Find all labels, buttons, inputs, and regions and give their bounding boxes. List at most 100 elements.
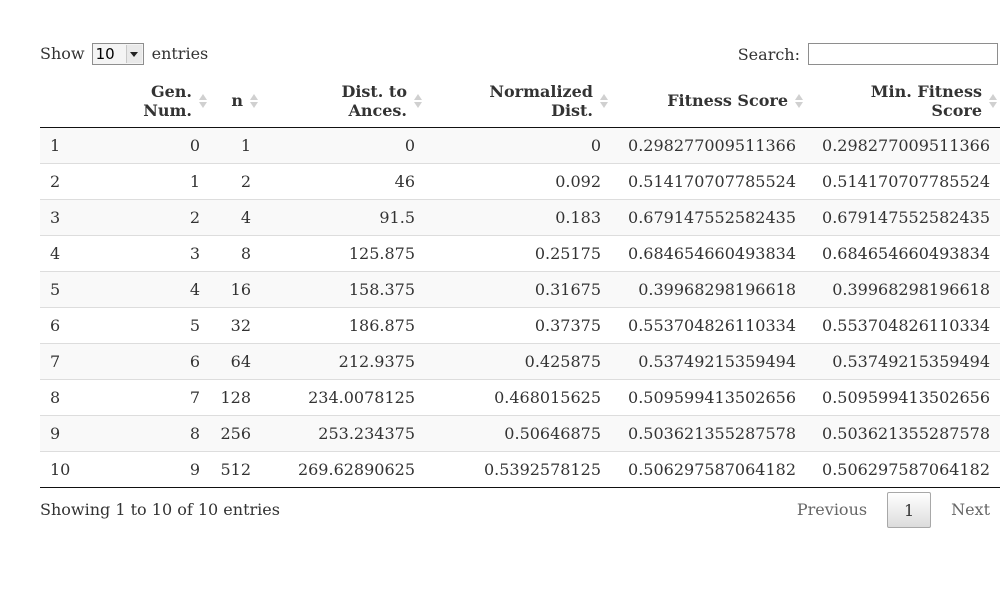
cell-fitness-score: 0.679147552582435 bbox=[611, 198, 806, 235]
cell-row-index: 3 bbox=[40, 198, 128, 235]
cell-dist-to-ances: 212.9375 bbox=[261, 342, 425, 379]
sort-icon bbox=[198, 93, 207, 109]
column-header-min-fitness-score[interactable]: Min. Fitness Score bbox=[806, 75, 1000, 128]
cell-fitness-score: 0.39968298196618 bbox=[611, 270, 806, 307]
cell-min-fitness-score: 0.684654660493834 bbox=[806, 234, 1000, 271]
column-header-label: Dist. to bbox=[341, 81, 407, 101]
table-controls: Show 10 entries Search: bbox=[40, 42, 1000, 66]
cell-n: 1 bbox=[240, 135, 251, 155]
cell-row-index: 7 bbox=[40, 342, 128, 379]
cell-normalized-dist: 0.25175 bbox=[425, 234, 611, 271]
cell-min-fitness-score: 0.553704826110334 bbox=[806, 306, 1000, 343]
entries-select-value: 10 bbox=[95, 45, 115, 63]
cell-fitness-score: 0.509599413502656 bbox=[611, 378, 806, 415]
table-row: 9 8 256 253.234375 0.50646875 0.5036213552875… bbox=[40, 414, 1000, 451]
cell-normalized-dist: 0.092 bbox=[425, 162, 611, 199]
table-row: 7 6 64 212.9375 0.425875 0.53749215359494 0.53… bbox=[40, 342, 1000, 379]
column-header-label: Num. bbox=[143, 100, 192, 120]
cell-row-index: 6 bbox=[40, 306, 128, 343]
cell-n: 64 bbox=[210, 342, 261, 379]
cell-gen-num: 6 bbox=[128, 342, 210, 379]
cell-row-index: 10 bbox=[40, 450, 128, 488]
cell-gen-num: 2 bbox=[128, 198, 210, 235]
cell-min-fitness-score: 0.679147552582435 bbox=[806, 198, 1000, 235]
cell-gen-num: 5 bbox=[128, 306, 210, 343]
cell-n: 512 bbox=[210, 450, 261, 488]
search-input[interactable] bbox=[808, 43, 998, 65]
cell-fitness-score: 0.53749215359494 bbox=[611, 342, 806, 379]
column-header-label: Min. Fitness bbox=[870, 81, 982, 101]
cell-fitness-score: 0.298277009511366 bbox=[628, 135, 796, 155]
cell-dist-to-ances: 186.875 bbox=[261, 306, 425, 343]
sort-icon bbox=[249, 93, 258, 109]
column-header-n[interactable]: n bbox=[210, 75, 261, 128]
cell-normalized-dist: 0.50646875 bbox=[425, 414, 611, 451]
table-row: 5 4 16 158.375 0.31675 0.39968298196618 0.3996… bbox=[40, 270, 1000, 307]
column-header-label: n bbox=[231, 91, 243, 111]
cell-min-fitness-score: 0.506297587064182 bbox=[806, 450, 1000, 488]
search-label: Search: bbox=[737, 44, 800, 64]
cell-n: 256 bbox=[210, 414, 261, 451]
cell-gen-num: 8 bbox=[128, 414, 210, 451]
cell-normalized-dist: 0.31675 bbox=[425, 270, 611, 307]
cell-normalized-dist: 0.468015625 bbox=[425, 378, 611, 415]
cell-row-index: 4 bbox=[40, 234, 128, 271]
cell-dist-to-ances: 46 bbox=[261, 162, 425, 199]
sort-icon bbox=[988, 93, 997, 109]
length-suffix: entries bbox=[151, 44, 209, 63]
cell-row-index: 9 bbox=[40, 414, 128, 451]
cell-n: 128 bbox=[210, 378, 261, 415]
page-1-button[interactable]: 1 bbox=[887, 492, 932, 528]
cell-min-fitness-score: 0.503621355287578 bbox=[806, 414, 1000, 451]
column-header-dist-to-ances[interactable]: Dist. to Ances. bbox=[261, 75, 425, 128]
column-header-label: Gen. bbox=[150, 81, 192, 101]
sort-icon bbox=[599, 93, 608, 109]
cell-fitness-score: 0.514170707785524 bbox=[611, 162, 806, 199]
column-header-row-index bbox=[40, 75, 128, 128]
column-header-label: Ances. bbox=[348, 100, 407, 120]
cell-n: 32 bbox=[210, 306, 261, 343]
cell-min-fitness-score: 0.53749215359494 bbox=[806, 342, 1000, 379]
column-header-label: Score bbox=[931, 100, 982, 120]
cell-fitness-score: 0.506297587064182 bbox=[611, 450, 806, 488]
cell-row-index: 1 bbox=[50, 135, 61, 155]
cell-normalized-dist: 0.37375 bbox=[425, 306, 611, 343]
cell-dist-to-ances: 253.234375 bbox=[261, 414, 425, 451]
table-row: 10 9 512 269.62890625 0.5392578125 0.50629758… bbox=[40, 450, 1000, 488]
cell-row-index: 2 bbox=[40, 162, 128, 199]
cell-normalized-dist: 0.183 bbox=[425, 198, 611, 235]
column-header-label: Dist. bbox=[551, 100, 593, 120]
cell-normalized-dist: 0.5392578125 bbox=[425, 450, 611, 488]
next-button[interactable]: Next bbox=[941, 492, 1000, 528]
length-menu: Show 10 entries bbox=[40, 42, 208, 66]
cell-dist-to-ances: 91.5 bbox=[261, 198, 425, 235]
cell-gen-num: 3 bbox=[128, 234, 210, 271]
cell-gen-num: 0 bbox=[189, 135, 200, 155]
results-table: Gen. Num. n Dist. to Ances. Normalized Dist. Fi… bbox=[40, 75, 1000, 488]
cell-gen-num: 7 bbox=[128, 378, 210, 415]
column-header-label: Fitness Score bbox=[667, 91, 788, 111]
cell-min-fitness-score: 0.509599413502656 bbox=[806, 378, 1000, 415]
length-prefix: Show bbox=[40, 44, 85, 63]
cell-dist-to-ances: 125.875 bbox=[261, 234, 425, 271]
table-row: 4 3 8 125.875 0.25175 0.684654660493834 0.6846… bbox=[40, 234, 1000, 271]
cell-row-index: 8 bbox=[40, 378, 128, 415]
cell-normalized-dist: 0 bbox=[590, 135, 601, 155]
cell-dist-to-ances: 234.0078125 bbox=[261, 378, 425, 415]
column-header-normalized-dist[interactable]: Normalized Dist. bbox=[425, 75, 611, 128]
table-row: 2 1 2 46 0.092 0.514170707785524 0.51417070778… bbox=[40, 162, 1000, 199]
sort-icon bbox=[794, 93, 803, 109]
cell-min-fitness-score: 0.514170707785524 bbox=[806, 162, 1000, 199]
cell-n: 16 bbox=[210, 270, 261, 307]
entries-select[interactable]: 10 bbox=[91, 43, 144, 65]
cell-gen-num: 1 bbox=[128, 162, 210, 199]
column-header-gen-num[interactable]: Gen. Num. bbox=[128, 75, 210, 128]
chevron-down-icon bbox=[125, 45, 142, 63]
table-row: 3 2 4 91.5 0.183 0.679147552582435 0.679147552… bbox=[40, 198, 1000, 235]
cell-dist-to-ances: 269.62890625 bbox=[261, 450, 425, 488]
column-header-fitness-score[interactable]: Fitness Score bbox=[611, 75, 806, 128]
cell-n: 4 bbox=[210, 198, 261, 235]
cell-gen-num: 4 bbox=[128, 270, 210, 307]
previous-button[interactable]: Previous bbox=[787, 492, 877, 528]
cell-gen-num: 9 bbox=[128, 450, 210, 488]
